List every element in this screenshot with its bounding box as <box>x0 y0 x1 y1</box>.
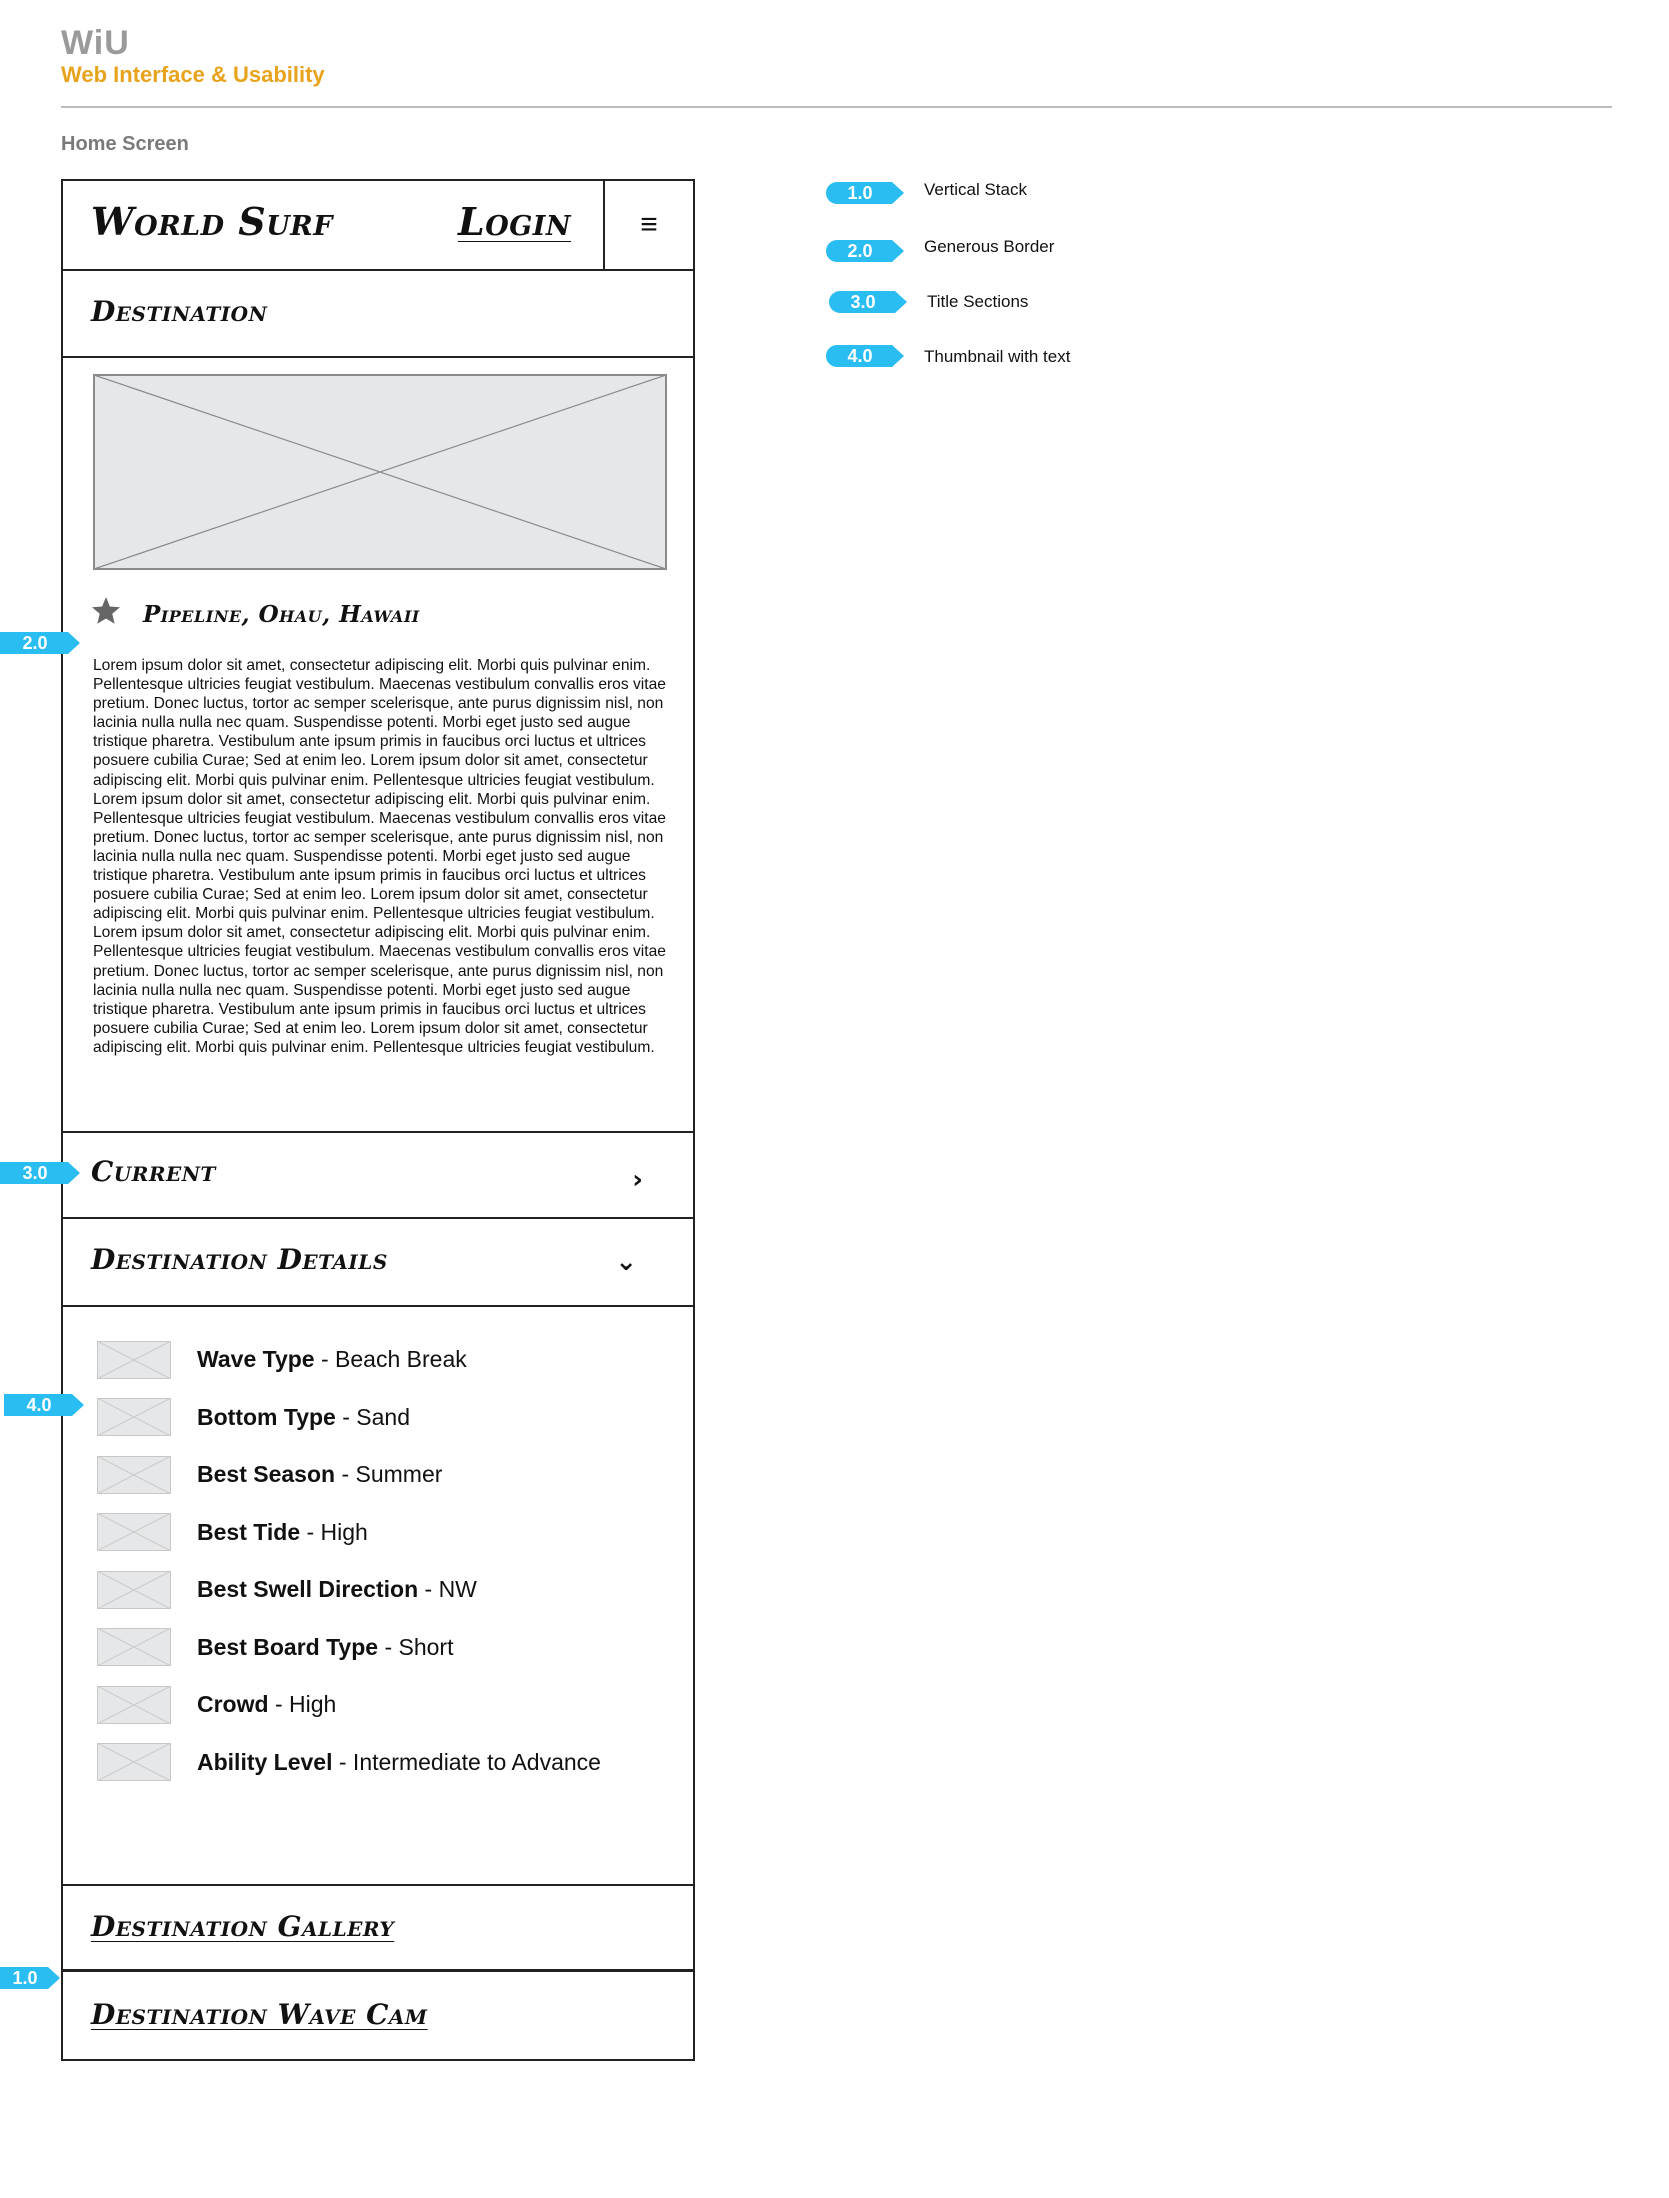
login-link[interactable]: Login <box>458 199 571 244</box>
chevron-right-icon[interactable]: › <box>632 1165 643 1195</box>
destination-gallery-section[interactable]: Destination Gallery <box>63 1884 693 1972</box>
current-title: Current <box>91 1155 216 1188</box>
destination-description: Lorem ipsum dolor sit amet, consectetur … <box>93 656 673 1057</box>
detail-item: Crowd - High <box>97 1676 601 1734</box>
detail-label: Wave Type <box>197 1346 315 1373</box>
detail-label: Crowd <box>197 1691 269 1718</box>
destination-details-section[interactable]: Destination Details ⌄ <box>63 1219 693 1307</box>
screen-label: Home Screen <box>61 133 189 155</box>
current-section[interactable]: Current › <box>63 1131 693 1219</box>
hamburger-menu-icon[interactable]: ≡ <box>603 181 693 269</box>
detail-item: Best Swell Direction - NW <box>97 1561 601 1619</box>
phone-frame: World Surf Login ≡ Destination Pipeline,… <box>61 179 695 2061</box>
destination-details-list: Wave Type - Beach Break Bottom Type - Sa… <box>97 1331 601 1791</box>
detail-value: - Intermediate to Advance <box>332 1748 601 1775</box>
thumbnail-placeholder <box>97 1743 171 1782</box>
thumbnail-placeholder <box>97 1455 171 1494</box>
chevron-down-icon[interactable]: ⌄ <box>615 1247 637 1277</box>
detail-label: Best Board Type <box>197 1633 379 1660</box>
location-name: Pipeline, Ohau, Hawaii <box>143 601 420 628</box>
detail-item: Best Board Type - Short <box>97 1619 601 1677</box>
detail-label: Best Swell Direction <box>197 1576 419 1603</box>
detail-item: Best Tide - High <box>97 1504 601 1562</box>
destination-gallery-link[interactable]: Destination Gallery <box>91 1910 394 1943</box>
detail-label: Best Season <box>197 1461 336 1488</box>
legend-label: Vertical Stack <box>924 180 1027 199</box>
description-paragraph: Lorem ipsum dolor sit amet, consectetur … <box>93 657 666 789</box>
detail-value: - Summer <box>335 1461 443 1488</box>
annotation-marker: 4.0 <box>4 1394 84 1416</box>
detail-label: Best Tide <box>197 1518 301 1545</box>
doc-subtitle: Web Interface & Usability <box>61 62 325 87</box>
annotation-marker: 2.0 <box>0 632 80 654</box>
thumbnail-placeholder <box>97 1340 171 1379</box>
app-header: World Surf Login ≡ <box>63 181 693 271</box>
thumbnail-placeholder <box>97 1513 171 1552</box>
detail-value: - High <box>268 1691 337 1718</box>
doc-divider <box>61 106 1612 108</box>
detail-item: Bottom Type - Sand <box>97 1389 601 1447</box>
legend-label: Thumbnail with text <box>924 347 1071 366</box>
legend-tag: 1.0 <box>826 182 904 204</box>
detail-value: - Beach Break <box>314 1346 467 1373</box>
annotation-marker: 1.0 <box>0 1967 60 1989</box>
thumbnail-placeholder <box>97 1398 171 1437</box>
detail-value: - Short <box>378 1633 454 1660</box>
legend-tag: 2.0 <box>826 240 904 262</box>
hero-image-placeholder <box>93 374 667 570</box>
destination-wave-cam-link[interactable]: Destination Wave Cam <box>91 1998 428 2031</box>
doc-brand: WiU <box>61 24 130 62</box>
destination-details-title: Destination Details <box>91 1243 388 1276</box>
detail-item: Best Season - Summer <box>97 1446 601 1504</box>
detail-item: Ability Level - Intermediate to Advance <box>97 1734 601 1792</box>
detail-value: - NW <box>418 1576 477 1603</box>
detail-label: Bottom Type <box>197 1403 336 1430</box>
legend-label: Generous Border <box>924 237 1055 256</box>
detail-value: - High <box>300 1518 368 1545</box>
destination-wave-cam-section[interactable]: Destination Wave Cam <box>63 1974 693 2061</box>
app-logo[interactable]: World Surf <box>91 199 333 244</box>
thumbnail-placeholder <box>97 1685 171 1724</box>
thumbnail-placeholder <box>97 1570 171 1609</box>
detail-label: Ability Level <box>197 1748 333 1775</box>
favorite-star-icon[interactable] <box>90 595 122 627</box>
description-paragraph: Lorem ipsum dolor sit amet, consectetur … <box>93 924 666 1056</box>
annotation-marker: 3.0 <box>0 1162 80 1184</box>
legend-tag: 4.0 <box>826 345 904 367</box>
legend-label: Title Sections <box>927 292 1029 311</box>
description-paragraph: Lorem ipsum dolor sit amet, consectetur … <box>93 790 666 923</box>
destination-title: Destination <box>91 295 268 328</box>
destination-section-header: Destination <box>63 271 693 358</box>
thumbnail-placeholder <box>97 1628 171 1667</box>
detail-item: Wave Type - Beach Break <box>97 1331 601 1389</box>
legend-tag: 3.0 <box>829 291 907 313</box>
detail-value: - Sand <box>335 1403 410 1430</box>
